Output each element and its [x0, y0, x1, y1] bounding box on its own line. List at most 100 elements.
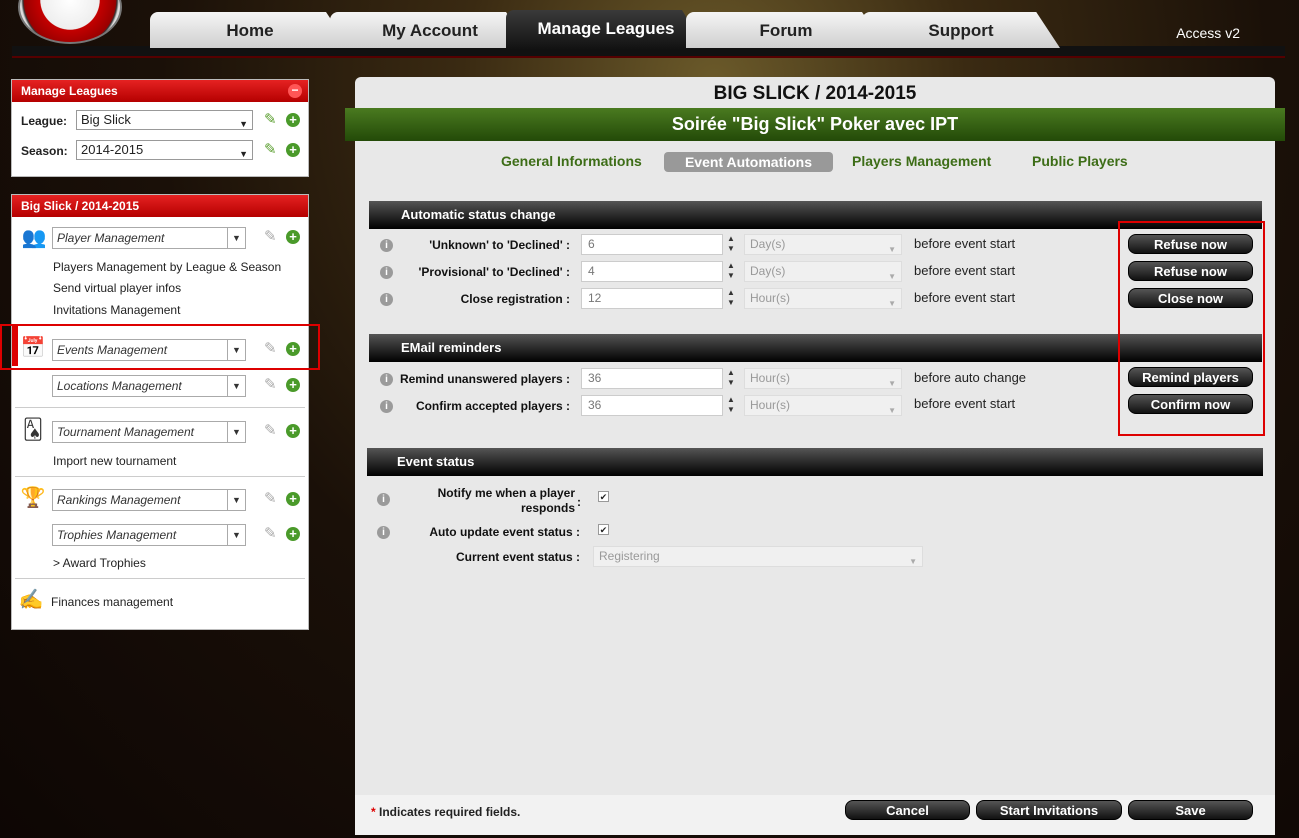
locations-management-select-value: Locations Management — [57, 379, 182, 393]
confirm-accepted-input[interactable]: 36 — [581, 395, 723, 416]
unit-value: Hour(s) — [750, 291, 791, 305]
current-status-value: Registering — [599, 549, 660, 563]
tab-forum[interactable]: Forum — [686, 12, 886, 48]
season-select[interactable]: 2014-2015 ▼ — [76, 140, 253, 160]
invitations-management-link[interactable]: Invitations Management — [53, 303, 180, 317]
divider — [15, 407, 305, 408]
trophies-management-select-value: Trophies Management — [57, 528, 177, 542]
tab-players-management[interactable]: Players Management — [852, 153, 991, 169]
unit-value: Hour(s) — [750, 398, 791, 412]
divider — [15, 578, 305, 579]
season-select-value: 2014-2015 — [81, 142, 144, 157]
add-league-icon[interactable]: + — [286, 113, 300, 127]
edit-icon[interactable]: ✎ — [264, 377, 280, 393]
current-status-select[interactable]: Registering ▼ — [593, 546, 923, 567]
save-button[interactable]: Save — [1128, 800, 1253, 820]
event-status-header: Event status — [367, 448, 1263, 476]
player-management-select[interactable]: Player Management ▼ — [52, 227, 246, 249]
chevron-down-icon: ▼ — [888, 245, 896, 254]
collapse-icon[interactable]: − — [288, 84, 302, 98]
before-auto-change-text: before auto change — [914, 370, 1027, 385]
notify-colon: : — [577, 495, 581, 509]
edit-icon[interactable]: ✎ — [264, 526, 280, 542]
stepper-icon[interactable]: ▲ ▼ — [725, 234, 737, 255]
locations-management-select[interactable]: Locations Management ▼ — [52, 375, 246, 397]
stepper-icon[interactable]: ▲ ▼ — [725, 395, 737, 416]
league-select[interactable]: Big Slick ▼ — [76, 110, 253, 130]
notify-checkbox[interactable]: ✔ — [598, 491, 609, 502]
edit-icon[interactable]: ✎ — [264, 423, 280, 439]
award-trophies-link[interactable]: > Award Trophies — [53, 556, 146, 570]
info-icon[interactable]: i — [377, 493, 390, 506]
before-event-text: before event start — [914, 236, 1016, 251]
add-season-icon[interactable]: + — [286, 143, 300, 157]
player-management-select-value: Player Management — [57, 231, 165, 245]
manage-leagues-title: Manage Leagues — [21, 84, 118, 98]
chevron-down-icon: ▼ — [888, 379, 896, 388]
chevron-down-icon: ▼ — [909, 557, 917, 566]
notify-label: Notify me when a player responds — [395, 486, 575, 516]
unit-value: Day(s) — [750, 264, 786, 278]
tab-my-account[interactable]: My Account — [330, 12, 530, 48]
edit-season-icon[interactable]: ✎ — [264, 142, 280, 158]
stepper-icon[interactable]: ▲ ▼ — [725, 368, 737, 389]
start-invitations-button[interactable]: Start Invitations — [976, 800, 1122, 820]
edit-icon[interactable]: ✎ — [264, 491, 280, 507]
chevron-down-icon: ▼ — [227, 525, 245, 545]
league-label: League: — [21, 114, 68, 128]
chevron-down-icon: ▼ — [239, 119, 248, 129]
chevron-down-icon: ▼ — [227, 228, 245, 248]
edit-icon[interactable]: ✎ — [264, 229, 280, 245]
version-label: Access v2 — [1176, 25, 1240, 41]
edit-league-icon[interactable]: ✎ — [264, 112, 280, 128]
add-icon[interactable]: + — [286, 424, 300, 438]
add-icon[interactable]: + — [286, 378, 300, 392]
import-tournament-link[interactable]: Import new tournament — [53, 454, 176, 468]
season-label: Season: — [21, 144, 68, 158]
provisional-to-declined-label: 'Provisional' to 'Declined' : — [418, 265, 570, 279]
unknown-to-declined-input[interactable]: 6 — [581, 234, 723, 255]
remind-unit-select[interactable]: Hour(s) ▼ — [744, 368, 902, 389]
provisional-to-declined-input[interactable]: 4 — [581, 261, 723, 282]
trophy-icon: 🏆 — [20, 487, 46, 509]
close-unit-select[interactable]: Hour(s) ▼ — [744, 288, 902, 309]
tab-home[interactable]: Home — [150, 12, 350, 48]
rankings-management-select[interactable]: Rankings Management ▼ — [52, 489, 246, 511]
add-icon[interactable]: + — [286, 492, 300, 506]
stepper-icon[interactable]: ▲ ▼ — [725, 288, 737, 309]
unit-value: Day(s) — [750, 237, 786, 251]
main-panel: BIG SLICK / 2014-2015 General Informatio… — [355, 77, 1275, 835]
finances-management-link[interactable]: Finances management — [51, 595, 173, 609]
unknown-unit-select[interactable]: Day(s) ▼ — [744, 234, 902, 255]
tab-event-automations[interactable]: Event Automations — [664, 152, 833, 172]
send-virtual-player-link[interactable]: Send virtual player infos — [53, 281, 181, 295]
add-icon[interactable]: + — [286, 527, 300, 541]
tab-general-informations[interactable]: General Informations — [501, 153, 642, 169]
stepper-icon[interactable]: ▲ ▼ — [725, 261, 737, 282]
before-event-text: before event start — [914, 263, 1016, 278]
info-icon[interactable]: i — [377, 526, 390, 539]
tab-support[interactable]: Support — [862, 12, 1060, 48]
cancel-button[interactable]: Cancel — [845, 800, 970, 820]
site-logo[interactable] — [18, 0, 122, 44]
league-season-title: BIG SLICK / 2014-2015 — [713, 83, 917, 104]
confirm-unit-select[interactable]: Hour(s) ▼ — [744, 395, 902, 416]
remind-unanswered-input[interactable]: 36 — [581, 368, 723, 389]
close-registration-input[interactable]: 12 — [581, 288, 723, 309]
confirm-accepted-label: Confirm accepted players : — [415, 399, 570, 413]
add-icon[interactable]: + — [286, 230, 300, 244]
chevron-down-icon: ▼ — [888, 299, 896, 308]
auto-update-checkbox[interactable]: ✔ — [598, 524, 609, 535]
players-by-league-link[interactable]: Players Management by League & Season — [53, 260, 281, 274]
provisional-unit-select[interactable]: Day(s) ▼ — [744, 261, 902, 282]
info-icon[interactable]: i — [380, 239, 393, 252]
tab-public-players[interactable]: Public Players — [1032, 153, 1128, 169]
tournament-management-select[interactable]: Tournament Management ▼ — [52, 421, 246, 443]
playing-card-icon: 🂡 — [22, 419, 44, 441]
info-icon[interactable]: i — [380, 266, 393, 279]
trophies-management-select[interactable]: Trophies Management ▼ — [52, 524, 246, 546]
tab-manage-leagues[interactable]: Manage Leagues — [506, 10, 706, 50]
info-icon[interactable]: i — [380, 293, 393, 306]
tournament-management-select-value: Tournament Management — [57, 425, 194, 439]
chevron-down-icon: ▼ — [888, 406, 896, 415]
